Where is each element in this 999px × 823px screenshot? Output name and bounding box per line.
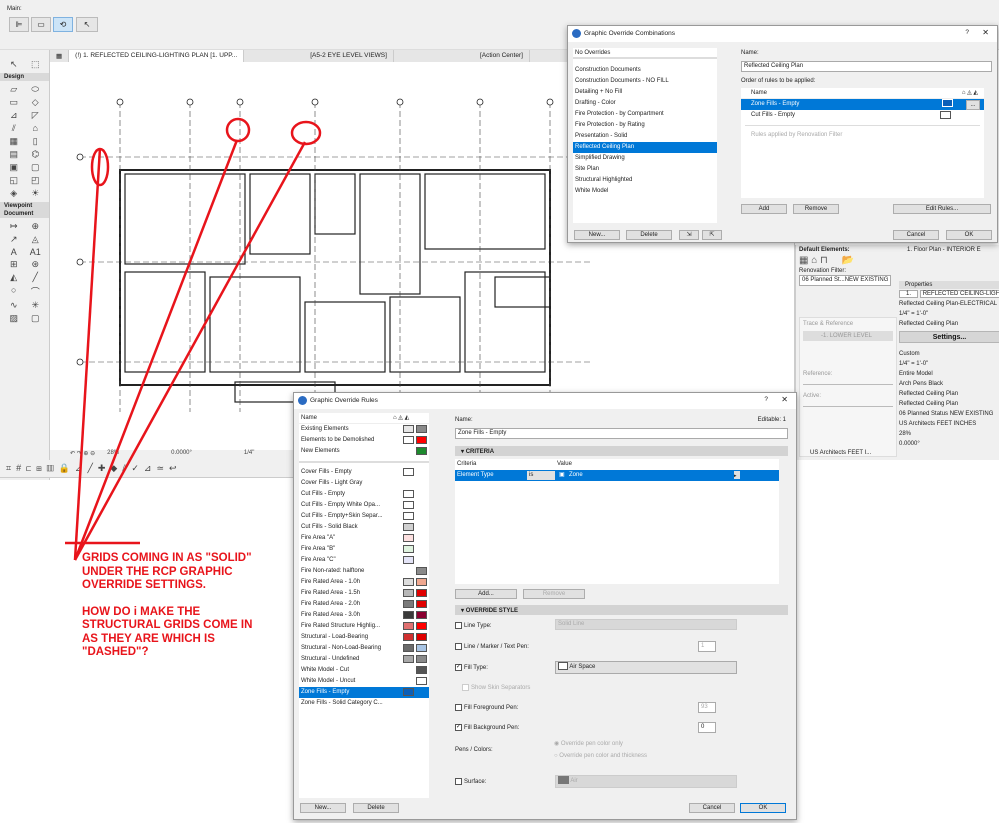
annotation-text: GRIDS COMING IN AS "SOLID" UNDER THE RCP … — [82, 552, 253, 658]
annotation-circle — [290, 120, 322, 146]
annotation-circle — [225, 117, 251, 143]
annotation-arrow — [73, 139, 239, 561]
annotation-markup — [65, 117, 322, 561]
annotation-arrow — [73, 141, 307, 561]
annotation-arrow — [73, 147, 102, 561]
